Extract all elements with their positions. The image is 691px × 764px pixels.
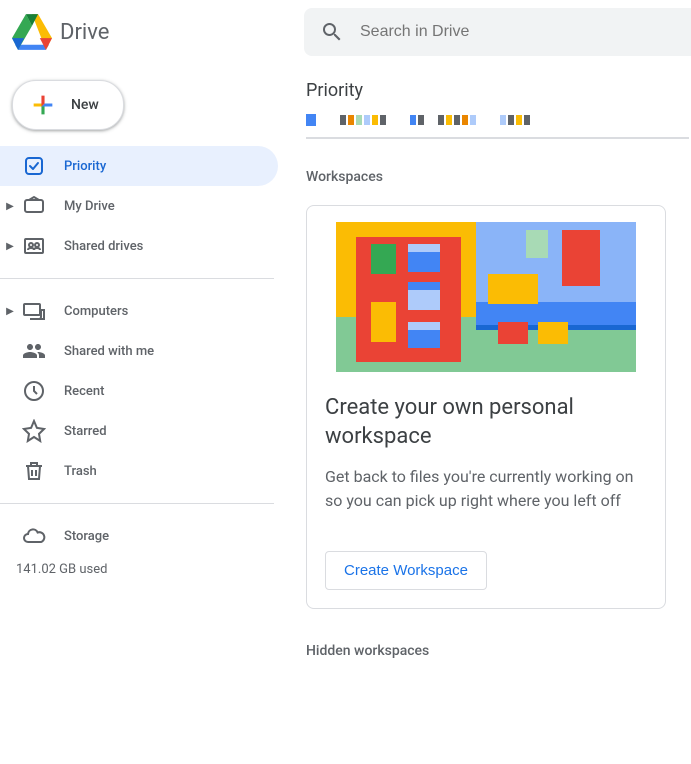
- drive-logo-icon: [12, 12, 52, 52]
- people-icon: [22, 339, 46, 363]
- sidebar: New Priority ▶ My Drive ▶: [0, 64, 290, 659]
- sidebar-item-label: Trash: [64, 464, 97, 479]
- sidebar-item-label: Starred: [64, 424, 107, 439]
- sidebar-item-trash[interactable]: Trash: [0, 451, 278, 491]
- workspace-card: Create your own personal workspace Get b…: [306, 205, 666, 609]
- sidebar-item-label: Recent: [64, 384, 104, 399]
- chevron-right-icon[interactable]: ▶: [4, 241, 16, 252]
- logo-area[interactable]: Drive: [12, 12, 304, 52]
- mydrive-icon: [22, 194, 46, 218]
- workspaces-heading: Workspaces: [306, 169, 689, 185]
- search-bar[interactable]: [304, 8, 691, 56]
- search-icon: [320, 20, 344, 44]
- storage-used: 141.02 GB used: [0, 556, 290, 577]
- workspace-illustration: [336, 222, 636, 372]
- divider: [306, 137, 689, 139]
- sidebar-item-computers[interactable]: ▶ Computers: [0, 291, 278, 331]
- chevron-right-icon[interactable]: ▶: [4, 201, 16, 212]
- create-workspace-button[interactable]: Create Workspace: [325, 551, 487, 590]
- suggested-files-strip[interactable]: [306, 111, 689, 129]
- new-button-label: New: [71, 97, 99, 113]
- search-input[interactable]: [360, 23, 675, 41]
- sidebar-item-priority[interactable]: Priority: [0, 146, 278, 186]
- computers-icon: [22, 299, 46, 323]
- main-content: Priority Workspaces: [290, 64, 691, 659]
- workspace-card-description: Get back to files you're currently worki…: [325, 465, 647, 513]
- sidebar-item-label: Storage: [64, 529, 109, 544]
- plus-icon: [29, 91, 57, 119]
- divider: [0, 278, 274, 279]
- sidebar-item-starred[interactable]: Starred: [0, 411, 278, 451]
- trash-icon: [22, 459, 46, 483]
- cloud-icon: [22, 524, 46, 548]
- shareddrives-icon: [22, 234, 46, 258]
- new-button[interactable]: New: [12, 80, 124, 130]
- divider: [0, 503, 274, 504]
- clock-icon: [22, 379, 46, 403]
- sidebar-item-label: Priority: [64, 159, 106, 174]
- sidebar-item-storage[interactable]: Storage: [0, 516, 278, 556]
- hidden-workspaces-heading: Hidden workspaces: [306, 643, 689, 659]
- sidebar-item-mydrive[interactable]: ▶ My Drive: [0, 186, 278, 226]
- sidebar-item-shareddrives[interactable]: ▶ Shared drives: [0, 226, 278, 266]
- page-title: Priority: [306, 80, 689, 101]
- chevron-right-icon[interactable]: ▶: [4, 306, 16, 317]
- star-icon: [22, 419, 46, 443]
- sidebar-item-recent[interactable]: Recent: [0, 371, 278, 411]
- app-name: Drive: [60, 20, 109, 45]
- workspace-card-title: Create your own personal workspace: [325, 394, 647, 451]
- sidebar-item-label: Computers: [64, 304, 128, 319]
- priority-icon: [22, 154, 46, 178]
- sidebar-item-sharedwithme[interactable]: Shared with me: [0, 331, 278, 371]
- sidebar-item-label: My Drive: [64, 199, 115, 214]
- sidebar-item-label: Shared with me: [64, 344, 154, 359]
- sidebar-item-label: Shared drives: [64, 239, 143, 254]
